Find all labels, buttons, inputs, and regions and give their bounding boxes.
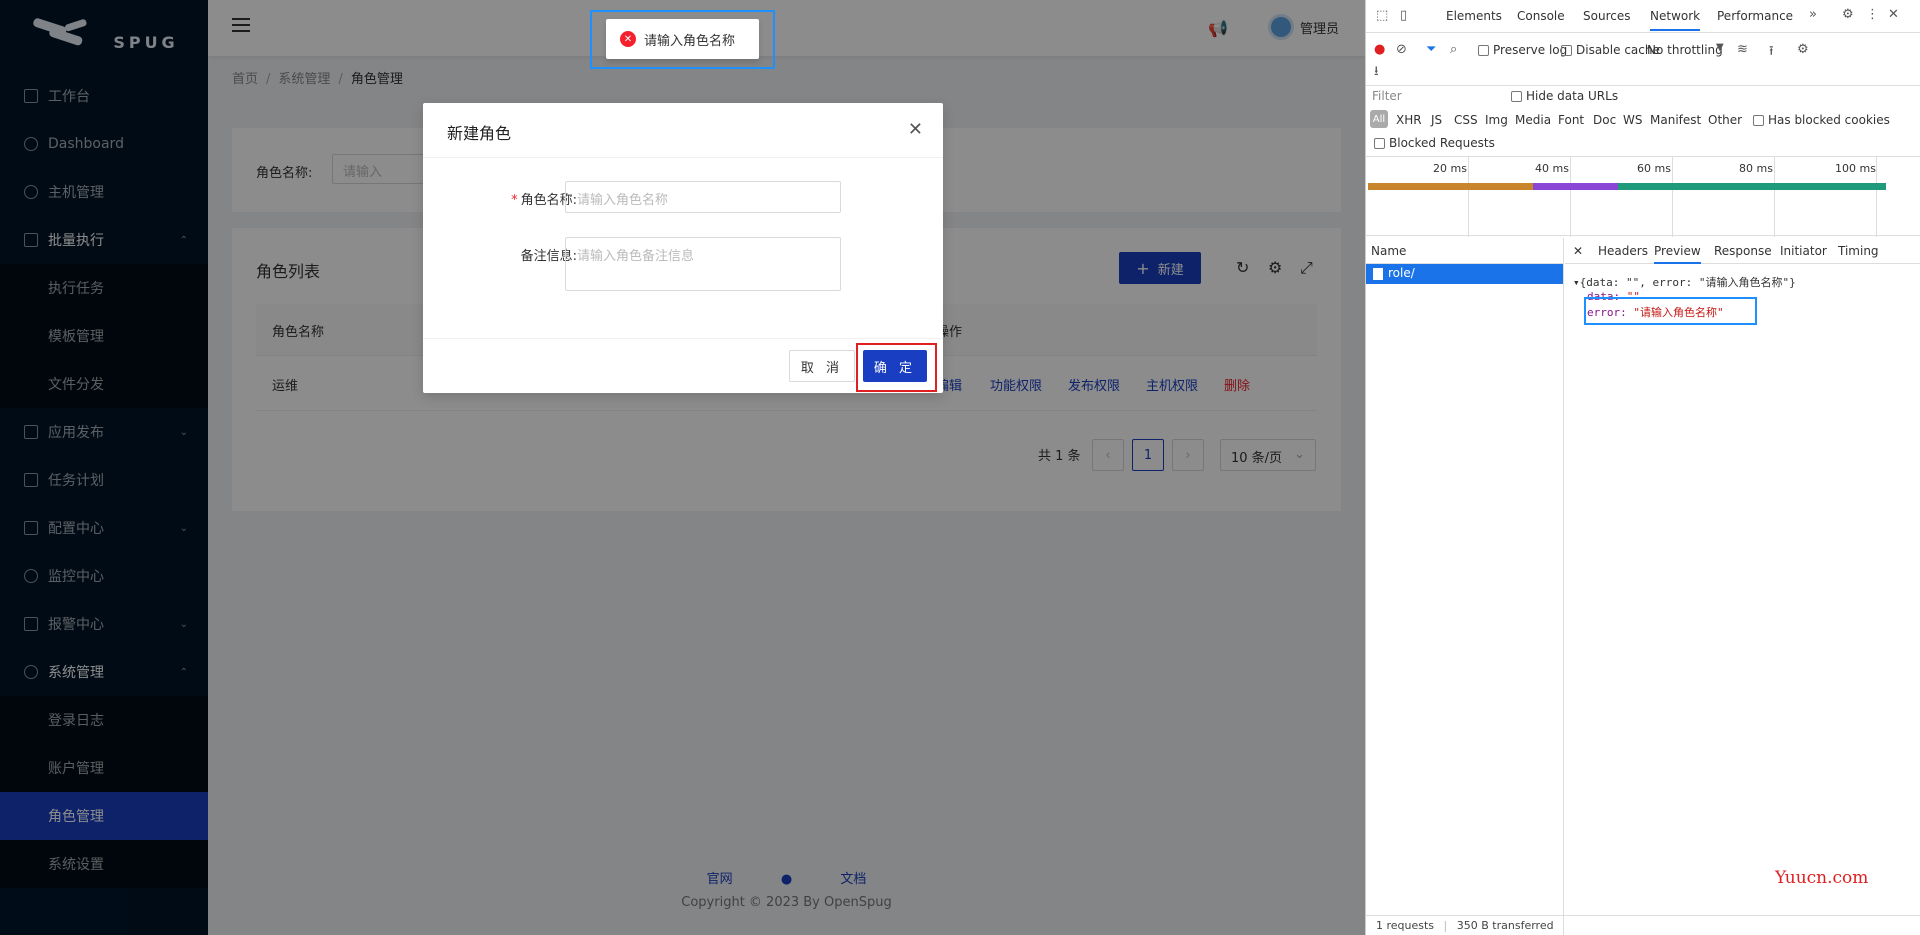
expand-triangle-icon: ▾ [1573, 276, 1580, 289]
tab-sources[interactable]: Sources [1583, 9, 1630, 23]
filter-row: Filter Hide data URLs [1366, 85, 1920, 107]
tick-80ms: 80 ms [1739, 162, 1773, 175]
tick-100ms: 100 ms [1835, 162, 1876, 175]
required-mark: * [511, 193, 518, 208]
timeline-bar-download [1618, 183, 1886, 190]
type-filter-all[interactable]: All [1370, 110, 1388, 128]
type-filter-manifest[interactable]: Manifest [1650, 113, 1701, 127]
close-icon[interactable]: ✕ [908, 119, 923, 140]
spug-app: SPUG 工作台 Dashboard 主机管理 批量执行 ⌃ 执行任务 模板管理 … [0, 0, 1365, 935]
filter-icon[interactable]: ⏷ [1426, 42, 1436, 57]
devtools-panel: ⬚ ▯ Elements Console Sources Network Per… [1365, 0, 1920, 935]
tab-headers[interactable]: Headers [1598, 244, 1648, 258]
transferred-size: 350 B transferred [1456, 919, 1554, 932]
kebab-menu-icon[interactable]: ⋮ [1866, 7, 1879, 22]
tab-performance[interactable]: Performance [1717, 9, 1793, 23]
role-name-input[interactable]: 请输入角色名称 [565, 181, 841, 213]
upload-icon[interactable]: ⭱ [1769, 42, 1774, 64]
disable-cache-checkbox[interactable]: Disable cache [1561, 43, 1660, 57]
timeline-bar-waiting [1368, 183, 1533, 190]
close-icon[interactable]: ✕ [1573, 244, 1583, 258]
filter-input[interactable]: Filter [1370, 89, 1498, 105]
search-icon[interactable]: ⌕ [1450, 42, 1457, 57]
modal-title: 新建角色 [423, 103, 943, 158]
hide-data-urls-checkbox[interactable]: Hide data URLs [1511, 89, 1618, 103]
request-details: ✕ Headers Preview Response Initiator Tim… [1565, 238, 1920, 935]
highlight-box-error [1584, 297, 1757, 325]
more-tabs-icon[interactable]: » [1809, 7, 1817, 22]
network-timeline: 20 ms 40 ms 60 ms 80 ms 100 ms [1366, 156, 1920, 237]
tab-initiator[interactable]: Initiator [1780, 244, 1827, 258]
tick-20ms: 20 ms [1433, 162, 1467, 175]
type-filter-doc[interactable]: Doc [1593, 113, 1616, 127]
type-filter-other[interactable]: Other [1708, 113, 1742, 127]
tab-preview[interactable]: Preview [1654, 244, 1701, 264]
remark-textarea[interactable]: 请输入角色备注信息 [565, 237, 841, 291]
type-filter-js[interactable]: JS [1431, 113, 1442, 127]
devtools-tabs: ⬚ ▯ Elements Console Sources Network Per… [1366, 0, 1920, 33]
record-icon[interactable]: ● [1374, 42, 1385, 57]
gear-icon[interactable]: ⚙ [1797, 42, 1809, 57]
request-count: 1 requests [1376, 919, 1435, 932]
watermark: Yuucn.com [1775, 868, 1869, 888]
tab-network[interactable]: Network [1650, 9, 1701, 31]
cancel-button[interactable]: 取 消 [789, 350, 855, 382]
chevron-down-icon: ▼ [1716, 42, 1724, 53]
request-row-role[interactable]: role/ [1366, 264, 1563, 284]
tab-timing[interactable]: Timing [1838, 244, 1879, 258]
type-filter-media[interactable]: Media [1515, 113, 1551, 127]
clear-icon[interactable]: ⊘ [1396, 42, 1407, 57]
preview-summary[interactable]: ▾{data: "", error: "请输入角色名称"} [1573, 274, 1796, 290]
blocked-requests-checkbox[interactable]: Blocked Requests [1374, 136, 1495, 150]
type-filter-xhr[interactable]: XHR [1396, 113, 1422, 127]
network-conditions-icon[interactable]: ≋ [1737, 42, 1748, 57]
download-icon[interactable]: ⭳ [1374, 62, 1379, 84]
highlight-box-ok [856, 343, 937, 392]
type-filter-ws[interactable]: WS [1623, 113, 1642, 127]
timeline-bar-stalled [1533, 183, 1618, 190]
preserve-log-checkbox[interactable]: Preserve log [1478, 43, 1567, 57]
inspect-icon[interactable]: ⬚ [1376, 8, 1388, 23]
throttling-select[interactable]: No throttling [1647, 43, 1723, 57]
type-filter-img[interactable]: Img [1485, 113, 1508, 127]
highlight-box-toast [590, 10, 775, 69]
tick-40ms: 40 ms [1535, 162, 1569, 175]
request-list: Name role/ [1366, 238, 1564, 935]
device-toggle-icon[interactable]: ▯ [1400, 8, 1407, 23]
tab-console[interactable]: Console [1517, 9, 1565, 23]
tab-response[interactable]: Response [1714, 244, 1772, 258]
has-blocked-cookies-checkbox[interactable]: Has blocked cookies [1753, 113, 1890, 127]
network-toolbar: ● ⊘ ⏷ ⌕ Preserve log Disable cache No th… [1366, 34, 1920, 84]
tick-60ms: 60 ms [1637, 162, 1671, 175]
tab-elements[interactable]: Elements [1446, 9, 1502, 23]
type-filter-css[interactable]: CSS [1454, 113, 1478, 127]
type-filter-font[interactable]: Font [1558, 113, 1584, 127]
detail-tabs: ✕ Headers Preview Response Initiator Tim… [1565, 238, 1920, 264]
name-column-header[interactable]: Name [1366, 238, 1563, 264]
gear-icon[interactable]: ⚙ [1842, 7, 1854, 22]
network-status-bar: 1 requests | 350 B transferred [1366, 915, 1920, 935]
close-icon[interactable]: ✕ [1888, 7, 1899, 22]
